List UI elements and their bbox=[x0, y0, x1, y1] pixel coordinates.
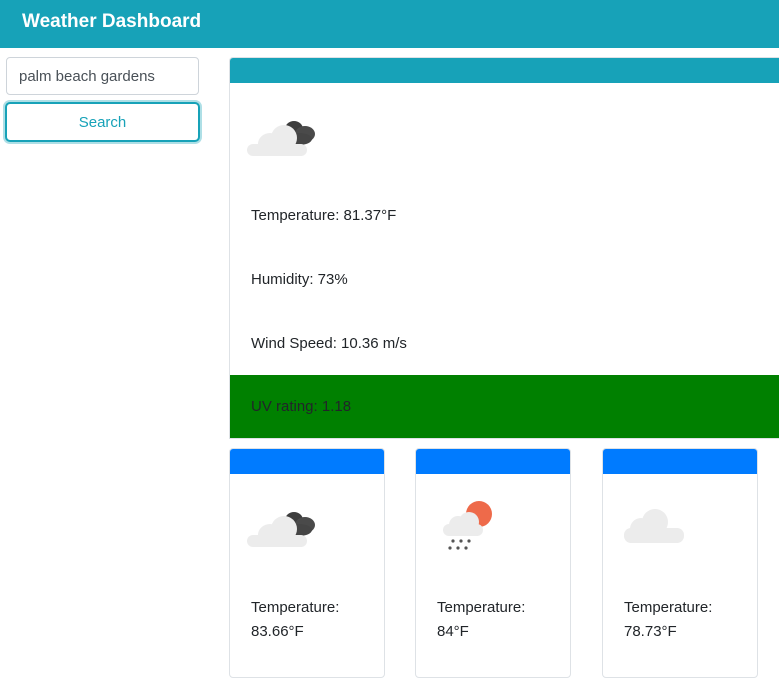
current-humidity: Humidity: 73% bbox=[251, 271, 348, 288]
app-title: Weather Dashboard bbox=[22, 11, 202, 32]
current-weather-card: Temperature: 81.37°F Humidity: 73% Wind … bbox=[229, 57, 779, 439]
uv-rating-bar: UV rating: 1.18 bbox=[230, 375, 779, 438]
forecast-temperature-label: Temperature: bbox=[437, 599, 526, 616]
city-search-input[interactable] bbox=[6, 57, 199, 95]
app-header: Weather Dashboard bbox=[0, 0, 779, 48]
forecast-temperature-value: 84°F bbox=[437, 623, 469, 640]
current-temperature: Temperature: 81.37°F bbox=[251, 207, 397, 224]
current-card-header bbox=[230, 58, 779, 83]
forecast-card-header bbox=[230, 449, 384, 474]
cloud-dark-icon bbox=[247, 512, 315, 547]
cloud-icon bbox=[624, 509, 684, 543]
sun-rain-icon bbox=[443, 501, 492, 550]
cloud-dark-icon bbox=[247, 121, 315, 156]
forecast-card-header bbox=[603, 449, 757, 474]
uv-rating: UV rating: 1.18 bbox=[251, 398, 352, 415]
forecast-temperature-label: Temperature: bbox=[624, 599, 713, 616]
forecast-card-3: Temperature: 78.73°F bbox=[602, 448, 758, 678]
forecast-card-header bbox=[416, 449, 570, 474]
current-wind-speed: Wind Speed: 10.36 m/s bbox=[251, 335, 407, 352]
forecast-temperature-label: Temperature: bbox=[251, 599, 340, 616]
forecast-temperature-value: 78.73°F bbox=[624, 623, 677, 640]
forecast-card-2: Temperature: 84°F bbox=[415, 448, 571, 678]
forecast-card-1: Temperature: 83.66°F bbox=[229, 448, 385, 678]
search-button[interactable]: Search bbox=[5, 102, 200, 142]
forecast-temperature-value: 83.66°F bbox=[251, 623, 304, 640]
